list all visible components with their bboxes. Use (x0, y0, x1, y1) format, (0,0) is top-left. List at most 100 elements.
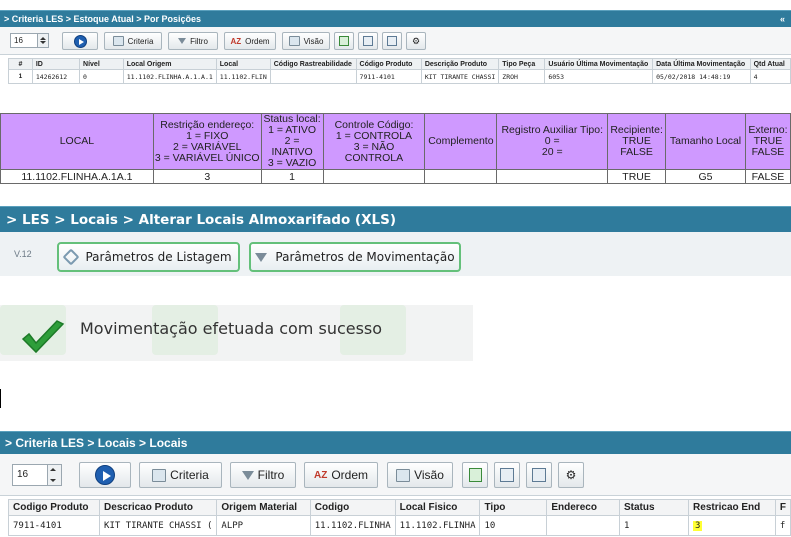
filtro-button[interactable]: Filtro (168, 32, 218, 50)
column-header[interactable]: Local (215, 58, 271, 70)
highlighted-restriction-value: 3 (693, 520, 703, 531)
tools-button[interactable]: ⚙ (406, 32, 426, 50)
stock-grid: # ID Nível Local Origem Local Código Ras… (8, 58, 791, 84)
success-toast: Movimentação efetuada com sucesso (0, 305, 473, 361)
spreadsheet-header-row: LOCAL Restrição endereço: 1 = FIXO 2 = VARI… (0, 113, 791, 170)
visao-label: Visão (414, 468, 444, 482)
filtro-button[interactable]: Filtro (230, 462, 296, 488)
column-header[interactable]: Local Fisico (394, 499, 481, 516)
spreadsheet-column-header: Restrição endereço: 1 = FIXO 2 = VARIÁVEL 3… (152, 113, 262, 170)
tools-icon: ⚙ (411, 35, 421, 46)
filtro-label: Filtro (257, 468, 285, 482)
listing-parameters-button[interactable]: Parâmetros de Listagem (57, 242, 240, 272)
criteria-label: Criteria (127, 36, 154, 46)
ordem-label: Ordem (331, 468, 369, 482)
criteria-button[interactable]: Criteria (139, 462, 222, 488)
table-cell: 1 (8, 69, 33, 84)
locations-grid: Codigo Produto Descricao Produto Origem … (7, 499, 791, 536)
column-header[interactable]: Descricao Produto (99, 499, 218, 516)
movement-parameters-button[interactable]: Parâmetros de Movimentação (249, 242, 461, 272)
column-header[interactable]: Origem Material (216, 499, 311, 516)
table-cell: 11.1102.FLIN (215, 69, 271, 84)
spreadsheet-column-header: Complemento (424, 113, 498, 170)
column-header[interactable]: Código Rastreabilidade (269, 58, 357, 70)
column-header[interactable]: Restricao End (688, 499, 776, 516)
table-row[interactable]: 1 14262612 0 11.1102.FLINHA.A.1.A.1 11.1… (8, 69, 791, 84)
movement-parameters-label: Parâmetros de Movimentação (275, 250, 455, 264)
spreadsheet-cell (322, 169, 426, 184)
column-header[interactable]: Codigo Produto (7, 499, 101, 516)
visao-button[interactable]: Visão (387, 462, 453, 488)
export-excel-button[interactable] (334, 32, 354, 50)
text-cursor (0, 389, 1, 408)
column-header[interactable]: Qtd Atual (749, 58, 791, 70)
panel5-title-bar: > Criteria LES > Locais > Locais (0, 431, 791, 454)
run-button[interactable] (62, 32, 98, 50)
table-cell: KIT TIRANTE CHASSI (420, 69, 500, 84)
criteria-icon (152, 468, 167, 482)
page-size-value: 16 (14, 36, 23, 45)
table-cell: 11.1102.FLINHA (309, 515, 396, 536)
visao-button[interactable]: Visão (282, 32, 330, 50)
panel3-breadcrumb: > LES > Locais > Alterar Locais Almoxari… (6, 212, 397, 228)
table-cell: f (774, 515, 791, 536)
spin-arrows-icon[interactable] (47, 465, 61, 485)
column-header[interactable]: # (8, 58, 33, 70)
version-label: V.12 (14, 249, 32, 259)
column-header[interactable]: Data Última Movimentação (652, 58, 751, 70)
spreadsheet-cell: FALSE (744, 169, 791, 184)
header-line: 2 = VARIÁVEL (173, 140, 242, 153)
column-header[interactable]: Usuário Última Movimentação (544, 58, 654, 70)
table-cell: 4 (749, 69, 791, 84)
criteria-button[interactable]: Criteria (104, 32, 162, 50)
code-icon (387, 36, 397, 46)
column-header[interactable]: Descrição Produto (420, 58, 500, 70)
column-header[interactable]: Status (618, 499, 690, 516)
save-button[interactable] (494, 462, 520, 488)
panel5-breadcrumb: > Criteria LES > Locais > Locais (5, 436, 188, 450)
code-icon (532, 468, 546, 482)
column-header[interactable]: Nível (79, 58, 124, 70)
export-excel-button[interactable] (462, 462, 488, 488)
header-line: 3 = VAZIO (267, 157, 317, 169)
page-size-value: 16 (17, 469, 29, 480)
spreadsheet-cell: 3 (152, 169, 262, 184)
sort-az-icon: AZ (313, 469, 328, 481)
header-line: LOCAL (59, 135, 95, 147)
spreadsheet-cell: TRUE (607, 169, 667, 184)
page-size-stepper[interactable]: 16 (12, 464, 62, 486)
code-button[interactable] (382, 32, 402, 50)
run-button[interactable] (79, 462, 131, 488)
grid-view-icon (396, 468, 411, 482)
header-line: 3 = NÃO CONTROLA (344, 140, 404, 164)
save-button[interactable] (358, 32, 378, 50)
table-row[interactable]: 7911-4101 KIT TIRANTE CHASSI ( ALPP 11.1… (7, 515, 791, 536)
spreadsheet-column-header: Recipiente: TRUE FALSE (607, 113, 667, 170)
column-header[interactable]: Tipo Peça (498, 58, 546, 70)
table-cell: 7911-4101 (355, 69, 422, 84)
ordem-button[interactable]: AZ Ordem (224, 32, 276, 50)
column-header[interactable]: Codigo (309, 499, 396, 516)
column-header[interactable]: Local Origem (122, 58, 217, 70)
column-header[interactable]: Código Produto (355, 58, 422, 70)
sort-az-icon: AZ (230, 36, 242, 46)
ordem-label: Ordem (245, 36, 270, 46)
ordem-button[interactable]: AZ Ordem (304, 462, 378, 488)
table-cell: 0 (79, 69, 124, 84)
page-size-stepper[interactable]: 16 (10, 33, 49, 48)
tag-icon (62, 248, 80, 266)
spreadsheet-column-header: Tamanho Local (665, 113, 746, 170)
column-header[interactable]: Tipo (479, 499, 548, 516)
column-header[interactable]: Endereco (546, 499, 620, 516)
column-header[interactable]: ID (31, 58, 81, 70)
panel3-title-bar: > LES > Locais > Alterar Locais Almoxari… (0, 206, 791, 232)
code-button[interactable] (526, 462, 552, 488)
table-cell: ZROH (498, 69, 546, 84)
column-header[interactable]: F (774, 499, 791, 516)
criteria-label: Criteria (170, 468, 209, 482)
funnel-icon (255, 252, 268, 262)
tools-button[interactable]: ⚙ (558, 462, 584, 488)
spin-arrows-icon[interactable] (37, 34, 48, 47)
save-icon (363, 36, 373, 46)
collapse-icon[interactable]: « (780, 11, 785, 27)
